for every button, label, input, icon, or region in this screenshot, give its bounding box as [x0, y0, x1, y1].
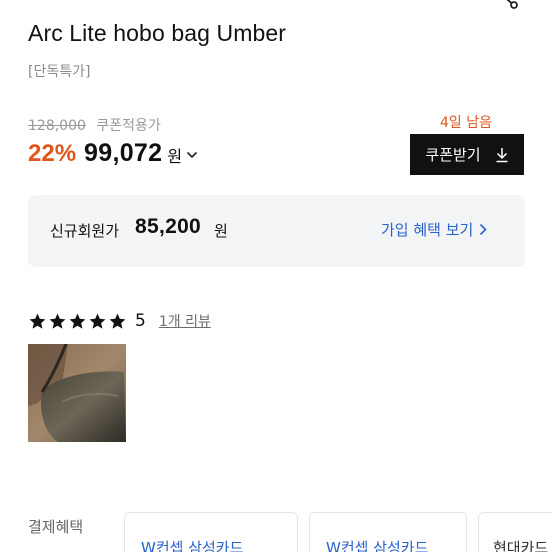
- share-icon[interactable]: [498, 0, 522, 10]
- member-price: 85,200: [135, 215, 202, 238]
- sale-price: 99,072: [84, 139, 163, 167]
- download-icon: [496, 147, 508, 162]
- chevron-right-icon: [480, 223, 487, 236]
- original-price-row: 128,000 쿠폰적용가: [28, 115, 161, 135]
- download-coupon-button[interactable]: 쿠폰받기: [410, 134, 524, 175]
- card-benefit-samsung-1[interactable]: W컨셉 삼성카드: [124, 512, 298, 552]
- coupon-button-label: 쿠폰받기: [425, 146, 481, 164]
- view-signup-benefits-link[interactable]: 가입 혜택 보기: [381, 219, 487, 240]
- chevron-down-icon[interactable]: [186, 150, 198, 160]
- product-title: Arc Lite hobo bag Umber: [28, 20, 286, 46]
- sale-price-row: 22% 99,072 원: [28, 139, 198, 168]
- star-icon: [29, 313, 46, 329]
- card-benefit-hyundai[interactable]: 현대카드: [478, 512, 552, 552]
- discount-rate: 22%: [28, 139, 77, 167]
- star-icon: [69, 313, 86, 329]
- coupon-days-left: 4일 남음: [440, 115, 492, 131]
- coupon-price-label: 쿠폰적용가: [96, 118, 161, 134]
- member-price-currency: 원: [214, 222, 228, 240]
- card-benefit-samsung-2[interactable]: W컨셉 삼성카드: [309, 512, 467, 552]
- signup-benefits-label: 가입 혜택 보기: [381, 221, 474, 239]
- member-price-label: 신규회원가: [50, 222, 120, 240]
- rating-row: 5 1개 리뷰: [28, 311, 211, 331]
- original-price: 128,000: [28, 118, 86, 134]
- star-icon: [89, 313, 106, 329]
- star-icon: [49, 313, 66, 329]
- review-photo-thumbnail[interactable]: [28, 344, 126, 442]
- product-tag: [단독특가]: [28, 64, 91, 80]
- star-rating: [28, 312, 127, 331]
- payment-benefits-label: 결제혜택: [28, 518, 84, 536]
- star-icon: [109, 313, 126, 329]
- sale-price-currency: 원: [167, 147, 183, 166]
- review-count-link[interactable]: 1개 리뷰: [159, 311, 211, 331]
- new-member-price-panel: 신규회원가 85,200 원 가입 혜택 보기: [28, 195, 525, 267]
- hobo-bag-photo: [28, 344, 126, 442]
- rating-value: 5: [135, 311, 146, 331]
